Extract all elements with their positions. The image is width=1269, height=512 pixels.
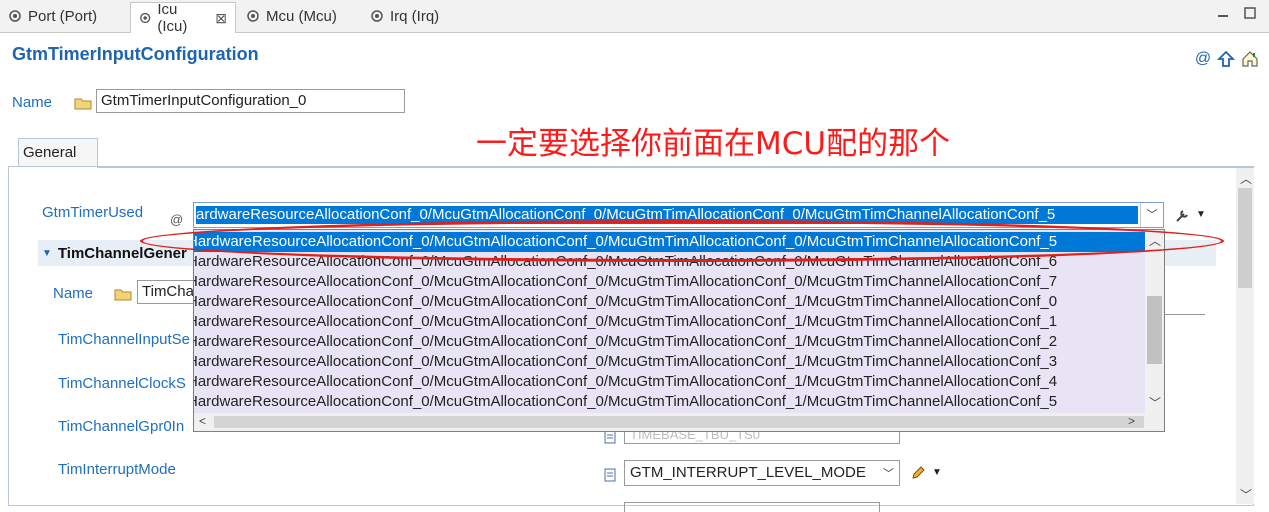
module-icon xyxy=(247,10,259,22)
tab-icu[interactable]: Icu (Icu) ⊠ xyxy=(130,1,236,35)
pencil-icon[interactable] xyxy=(910,465,926,481)
folder-icon[interactable] xyxy=(114,286,132,302)
panel-scrollbar-thumb[interactable] xyxy=(1238,188,1252,288)
param-tim-channel-clock-select: TimChannelClockS xyxy=(58,375,186,392)
doc-icon xyxy=(604,468,616,482)
dropdown-item[interactable]: HardwareResourceAllocationConf_0/McuGtmA… xyxy=(194,372,1146,392)
scroll-left-icon[interactable]: < xyxy=(199,414,206,428)
collapse-icon[interactable]: ▼ xyxy=(42,248,52,259)
tab-port[interactable]: Port (Port) xyxy=(0,2,128,30)
tab-irq[interactable]: Irq (Irq) xyxy=(362,2,462,30)
scroll-down-icon[interactable]: ﹀ xyxy=(1149,394,1161,411)
section-name-label: Name xyxy=(53,285,94,302)
tab-mcu[interactable]: Mcu (Mcu) xyxy=(238,2,358,30)
chevron-down-icon[interactable]: ﹀ xyxy=(1140,203,1163,227)
up-arrow-icon[interactable] xyxy=(1217,50,1235,68)
dropdown-item[interactable]: HardwareResourceAllocationConf_0/McuGtmA… xyxy=(194,312,1146,332)
dropdown-item[interactable]: HardwareResourceAllocationConf_0/McuGtmA… xyxy=(194,332,1146,352)
annotation-text: 一定要选择你前面在MCU配的那个 xyxy=(476,126,951,162)
tab-label: Irq (Irq) xyxy=(390,7,440,25)
folder-icon[interactable] xyxy=(74,95,92,111)
interrupt-mode-combo[interactable]: GTM_INTERRUPT_LEVEL_MODE ﹀ xyxy=(624,460,900,486)
name-label: Name xyxy=(12,94,53,111)
gtm-timer-used-label: GtmTimerUsed xyxy=(42,204,144,221)
doc-icon xyxy=(604,430,616,444)
dropdown-hscrollbar-thumb[interactable] xyxy=(214,416,1144,428)
param-tim-channel-gpr0-input: TimChannelGpr0In xyxy=(58,418,185,435)
at-icon[interactable]: @ xyxy=(1194,50,1212,68)
dropdown-item[interactable]: HardwareResourceAllocationConf_0/McuGtmA… xyxy=(194,352,1146,372)
module-icon xyxy=(9,10,21,22)
dropdown-arrow-icon[interactable]: ▼ xyxy=(1196,209,1206,220)
dropdown-arrow-icon[interactable]: ▼ xyxy=(932,467,942,478)
dropdown-item[interactable]: HardwareResourceAllocationConf_0/McuGtmA… xyxy=(194,292,1146,312)
at-icon: @ xyxy=(170,212,184,227)
dropdown-item[interactable]: HardwareResourceAllocationConf_0/McuGtmA… xyxy=(194,272,1146,292)
tab-label: Port (Port) xyxy=(28,7,98,25)
module-icon xyxy=(371,10,383,22)
highlight-ellipse xyxy=(140,220,1224,262)
scroll-up-icon[interactable]: ︿ xyxy=(1240,170,1252,187)
scroll-down-icon[interactable]: ﹀ xyxy=(1240,486,1252,503)
tab-label: Icu (Icu) xyxy=(157,1,188,35)
tab-general[interactable]: General xyxy=(18,138,98,167)
name-field[interactable]: GtmTimerInputConfiguration_0 xyxy=(96,89,405,113)
dropdown-item[interactable]: HardwareResourceAllocationConf_0/McuGtmA… xyxy=(194,392,1146,412)
param-tim-interrupt-mode: TimInterruptMode xyxy=(58,461,176,478)
maximize-icon[interactable] xyxy=(1243,6,1257,20)
dropdown-scrollbar-thumb[interactable] xyxy=(1147,296,1162,364)
chevron-down-icon[interactable]: ﹀ xyxy=(883,465,894,481)
page-title: GtmTimerInputConfiguration xyxy=(12,44,259,64)
module-icon xyxy=(140,12,151,24)
home-icon[interactable] xyxy=(1241,50,1259,68)
wrench-icon[interactable] xyxy=(1174,208,1190,224)
tab-label: Mcu (Mcu) xyxy=(266,7,337,25)
minimize-icon[interactable] xyxy=(1216,6,1230,20)
scroll-right-icon[interactable]: > xyxy=(1128,414,1135,428)
interrupt-mode-value: GTM_INTERRUPT_LEVEL_MODE xyxy=(630,464,866,481)
close-icon[interactable]: ⊠ xyxy=(215,10,227,27)
next-field[interactable] xyxy=(624,502,880,512)
param-tim-channel-input-select: TimChannelInputSe xyxy=(58,331,191,348)
